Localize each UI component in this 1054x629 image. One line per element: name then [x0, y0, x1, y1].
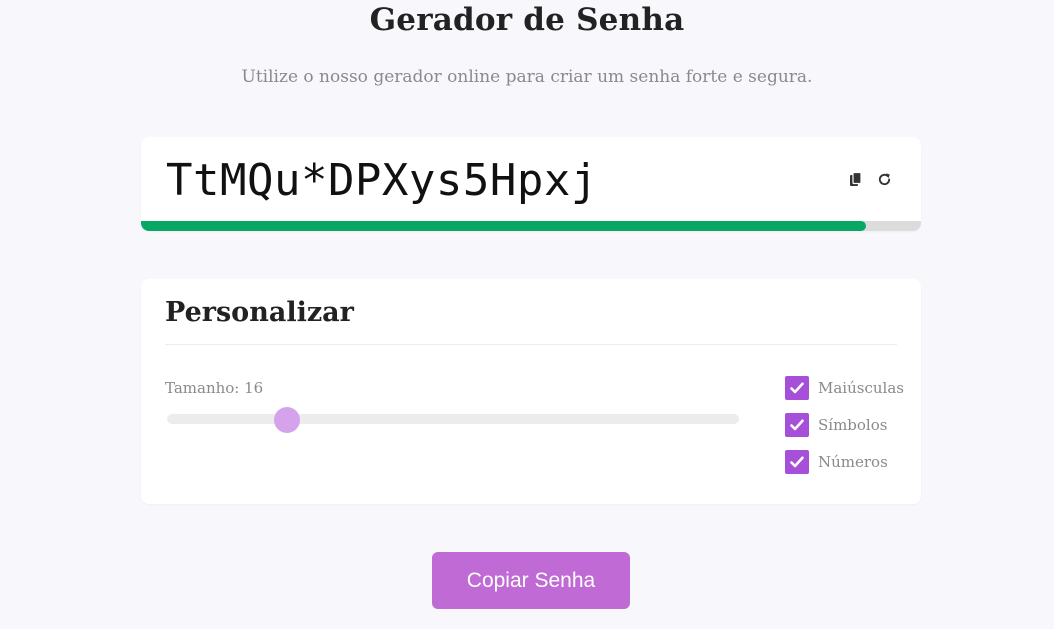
- maiusculas-label: Maiúsculas: [818, 379, 904, 397]
- option-maiusculas[interactable]: Maiúsculas: [785, 375, 904, 401]
- refresh-icon-button[interactable]: [874, 171, 894, 191]
- simbolos-checkbox[interactable]: [785, 413, 809, 437]
- check-icon: [790, 382, 804, 394]
- copy-icon: [849, 171, 862, 191]
- strength-bar: [141, 221, 921, 231]
- numeros-checkbox[interactable]: [785, 450, 809, 474]
- maiusculas-checkbox[interactable]: [785, 376, 809, 400]
- check-icon: [790, 456, 804, 468]
- divider: [165, 344, 897, 345]
- password-display: TtMQu*DPXys5Hpxj: [166, 155, 598, 206]
- strength-bar-fill: [141, 221, 867, 231]
- section-title: Personalizar: [165, 297, 354, 328]
- numeros-label: Números: [818, 453, 888, 471]
- length-label: Tamanho: 16: [165, 379, 264, 397]
- page-subtitle: Utilize o nosso gerador online para cria…: [241, 67, 813, 87]
- refresh-icon: [877, 172, 892, 191]
- length-slider-thumb[interactable]: [274, 407, 301, 433]
- copy-icon-button[interactable]: [845, 171, 865, 191]
- simbolos-label: Símbolos: [818, 416, 888, 434]
- option-numeros[interactable]: Números: [785, 449, 888, 475]
- copy-password-button[interactable]: Copiar Senha: [432, 552, 630, 609]
- length-slider[interactable]: [167, 407, 739, 433]
- page-title: Gerador de Senha: [369, 2, 685, 38]
- customize-panel: Personalizar Tamanho: 16 Maiúsculas Símb…: [141, 279, 921, 504]
- option-simbolos[interactable]: Símbolos: [785, 412, 887, 438]
- check-icon: [790, 419, 804, 431]
- password-card: TtMQu*DPXys5Hpxj: [141, 137, 921, 231]
